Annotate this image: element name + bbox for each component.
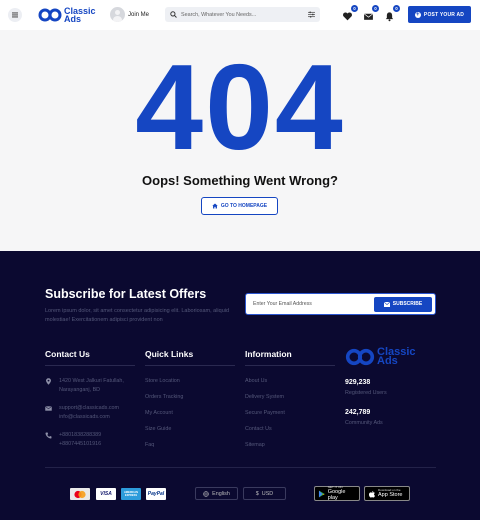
filter-icon[interactable] bbox=[308, 11, 315, 18]
quick-link-size-guide[interactable]: Size Guide bbox=[145, 425, 183, 441]
error-code: 404 bbox=[135, 39, 345, 175]
envelope-icon bbox=[363, 13, 374, 20]
footer-divider bbox=[45, 467, 436, 468]
phone-2[interactable]: +8807445101916 bbox=[59, 440, 101, 449]
footer-logo[interactable]: Classic Ads bbox=[345, 347, 416, 367]
phone-icon bbox=[45, 432, 52, 439]
join-me-label: Join Me bbox=[128, 11, 150, 18]
subscribe-title: Subscribe for Latest Offers bbox=[45, 287, 207, 301]
post-ad-label: POST YOUR AD bbox=[423, 11, 465, 18]
logo-mark-icon bbox=[345, 348, 375, 366]
envelope-icon bbox=[383, 301, 390, 307]
info-link-secure-payment[interactable]: Secure Payment bbox=[245, 409, 285, 425]
user-avatar-icon bbox=[110, 7, 125, 22]
currency-value: USD bbox=[261, 490, 274, 497]
language-value: English bbox=[212, 490, 230, 497]
community-ads-count: 242,789 bbox=[345, 409, 371, 416]
quick-link-my-account[interactable]: My Account bbox=[145, 409, 183, 425]
info-link-sitemap[interactable]: Sitemap bbox=[245, 441, 285, 457]
info-link-delivery-system[interactable]: Delivery System bbox=[245, 393, 285, 409]
logo-mark-icon bbox=[38, 8, 62, 22]
contact-emails: support@classicads.com info@classicads.c… bbox=[45, 404, 119, 422]
quick-link-orders-tracking[interactable]: Orders Tracking bbox=[145, 393, 183, 409]
subscribe-label: SUBSCRIBE bbox=[392, 301, 423, 307]
site-footer: Subscribe for Latest Offers Lorem ipsum … bbox=[0, 251, 480, 520]
favorites-button[interactable]: 0 bbox=[342, 5, 358, 21]
subscribe-form: Enter Your Email Address SUBSCRIBE bbox=[245, 293, 436, 315]
registered-users-label: Registered Users bbox=[345, 390, 387, 396]
error-section: 404 Oops! Something Went Wrong? GO TO HO… bbox=[0, 30, 480, 251]
quick-links-list: Store Location Orders Tracking My Accoun… bbox=[145, 377, 183, 457]
visa-label: VISA bbox=[100, 491, 112, 497]
contact-phones: +8801838288389 +8807445101916 bbox=[45, 431, 101, 449]
address-line2: Narayanganj, BD bbox=[59, 387, 101, 393]
currency-selector[interactable]: $ USD bbox=[243, 487, 286, 500]
notifications-button[interactable]: 0 bbox=[384, 5, 400, 22]
subscribe-description: Lorem ipsum dolor, sit amet consectetur … bbox=[45, 308, 230, 323]
bell-icon bbox=[385, 12, 394, 22]
app-store-big-text: App Store bbox=[378, 492, 403, 498]
paypal-icon: PayPal bbox=[146, 488, 166, 500]
paypal-label: PayPal bbox=[147, 491, 165, 497]
phone-1[interactable]: +8801838288389 bbox=[59, 431, 101, 440]
google-play-big-text: Google play bbox=[327, 489, 346, 501]
go-to-homepage-button[interactable]: GO TO HOMEPAGE bbox=[201, 197, 278, 215]
search-icon bbox=[170, 11, 177, 18]
google-play-button[interactable]: GET IT ON Google play bbox=[314, 486, 360, 501]
language-selector[interactable]: English bbox=[195, 487, 238, 500]
visa-icon: VISA bbox=[96, 488, 116, 500]
go-to-homepage-label: GO TO HOMEPAGE bbox=[220, 203, 268, 209]
logo-line2: Ads bbox=[64, 14, 82, 24]
search-bar[interactable]: Search, Whatever You Needs... bbox=[165, 7, 320, 22]
email-input[interactable]: Enter Your Email Address bbox=[253, 301, 374, 307]
information-list: About Us Delivery System Secure Payment … bbox=[245, 377, 285, 457]
contact-divider bbox=[45, 365, 135, 366]
quick-link-store-location[interactable]: Store Location bbox=[145, 377, 183, 393]
app-store-button[interactable]: Download on the App Store bbox=[364, 486, 410, 501]
info-link-contact-us[interactable]: Contact Us bbox=[245, 425, 285, 441]
info-link-about-us[interactable]: About Us bbox=[245, 377, 285, 393]
location-pin-icon bbox=[46, 378, 51, 385]
american-express-icon: AMERICAN EXPRESS bbox=[121, 488, 141, 500]
mastercard-icon bbox=[70, 488, 90, 500]
home-icon bbox=[212, 203, 218, 209]
apple-icon bbox=[369, 490, 375, 497]
messages-button[interactable]: 0 bbox=[363, 5, 379, 20]
registered-users-count: 929,238 bbox=[345, 379, 371, 386]
hamburger-icon bbox=[12, 12, 18, 18]
heart-icon bbox=[343, 12, 352, 21]
globe-icon bbox=[203, 490, 209, 497]
google-play-icon bbox=[318, 490, 325, 497]
plus-icon: + bbox=[414, 11, 421, 18]
email-support[interactable]: support@classicads.com bbox=[59, 404, 119, 413]
contact-us-heading: Contact Us bbox=[45, 349, 90, 359]
information-heading: Information bbox=[245, 349, 292, 359]
contact-address: 1420 West Jalkuri Fatullah, Narayanganj,… bbox=[45, 377, 124, 395]
quick-links-divider bbox=[145, 365, 235, 366]
top-header: Classic Ads Join Me Search, Whatever You… bbox=[0, 0, 480, 30]
join-me-link[interactable]: Join Me bbox=[110, 7, 149, 22]
notifications-badge: 0 bbox=[393, 5, 400, 12]
messages-badge: 0 bbox=[372, 5, 379, 12]
information-divider bbox=[245, 365, 335, 366]
error-message: Oops! Something Went Wrong? bbox=[142, 173, 338, 188]
subscribe-button[interactable]: SUBSCRIBE bbox=[374, 296, 432, 312]
search-input[interactable]: Search, Whatever You Needs... bbox=[181, 12, 308, 18]
logo-text: Classic Ads bbox=[64, 7, 96, 24]
quick-link-faq[interactable]: Faq bbox=[145, 441, 183, 457]
envelope-icon bbox=[45, 406, 52, 411]
post-ad-button[interactable]: + POST YOUR AD bbox=[408, 6, 471, 23]
email-info[interactable]: info@classicads.com bbox=[59, 413, 119, 422]
footer-logo-line2: Ads bbox=[377, 355, 398, 367]
amex-label: AMERICAN EXPRESS bbox=[124, 491, 138, 497]
favorites-badge: 0 bbox=[351, 5, 358, 12]
menu-toggle-button[interactable] bbox=[8, 8, 22, 22]
site-logo[interactable]: Classic Ads bbox=[38, 7, 96, 24]
dollar-icon: $ bbox=[255, 490, 259, 497]
quick-links-heading: Quick Links bbox=[145, 349, 194, 359]
community-ads-label: Community Ads bbox=[345, 420, 383, 426]
address-line1: 1420 West Jalkuri Fatullah, bbox=[59, 378, 124, 384]
footer-logo-text: Classic Ads bbox=[377, 347, 416, 367]
